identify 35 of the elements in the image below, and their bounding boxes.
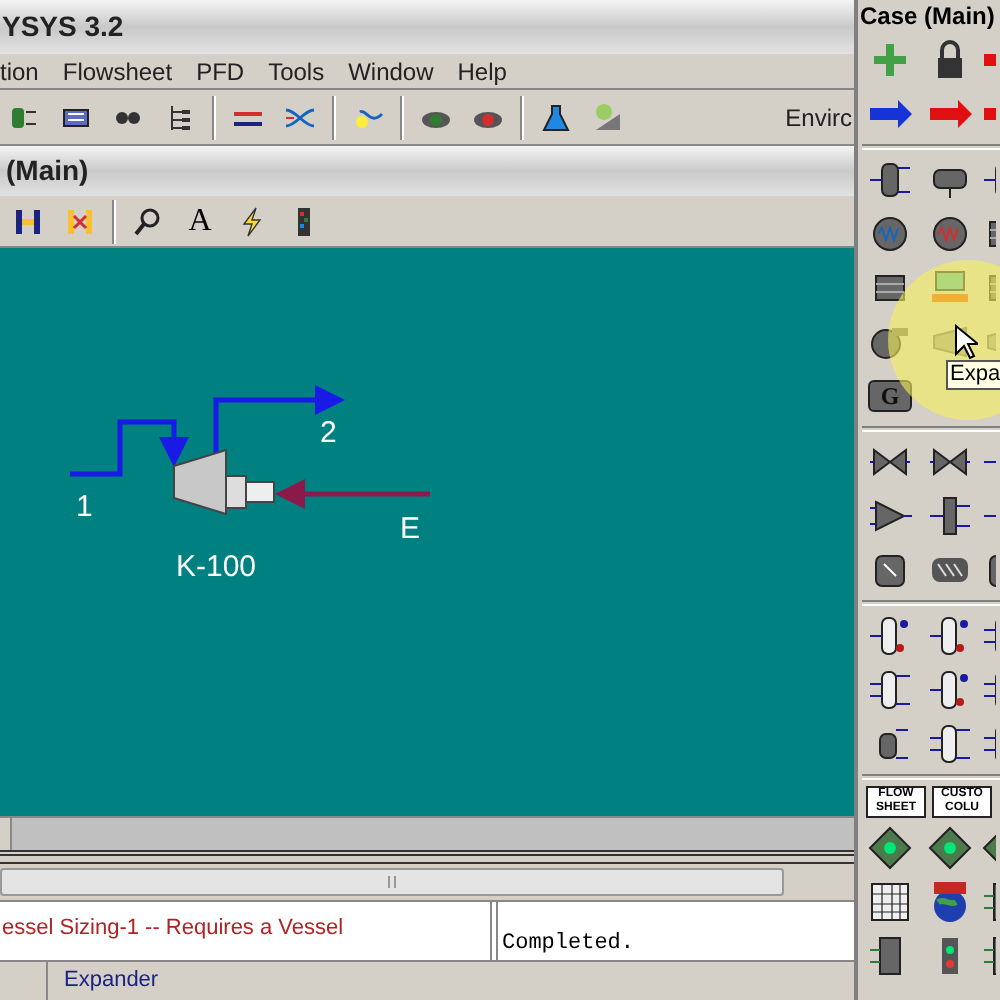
- unit-label: K-100: [176, 550, 257, 584]
- menu-item[interactable]: Tools: [268, 53, 325, 89]
- status-text: Expander: [62, 966, 159, 996]
- flask-icon: [540, 101, 572, 133]
- pfd-title: (Main): [6, 152, 89, 190]
- spreadsheet-icon: [868, 880, 912, 924]
- environment-label: Envirc: [785, 101, 854, 135]
- menu-item[interactable]: tion: [0, 53, 39, 89]
- material-stream[interactable]: [70, 419, 189, 477]
- menu-item[interactable]: Flowsheet: [62, 53, 173, 89]
- palette-title: Case (Main): [858, 0, 1000, 34]
- heater-icon: [868, 212, 912, 256]
- attach-icon: [12, 205, 44, 237]
- text-tool[interactable]: A: [188, 205, 212, 237]
- case-icon: [592, 101, 624, 133]
- menu-item[interactable]: Window: [348, 53, 434, 89]
- menu-item[interactable]: Help: [457, 53, 507, 89]
- tooltip: Expa: [946, 360, 1000, 390]
- pointer-icon: [954, 324, 978, 360]
- stream-label: E: [400, 512, 421, 546]
- error-message: essel Sizing-1 -- Requires a Vessel: [2, 916, 344, 940]
- scrollbar-thumb[interactable]: [0, 868, 784, 896]
- binoculars-icon: [114, 109, 142, 125]
- generator-label: G: [868, 380, 912, 412]
- window-title: YSYS 3.2: [2, 8, 124, 46]
- trace-message: Completed.: [502, 929, 635, 959]
- zoom-icon: [132, 205, 164, 237]
- stream-label: 2: [320, 416, 337, 450]
- cooler-icon: [928, 212, 972, 256]
- stream-label: 1: [76, 490, 93, 524]
- break-icon: [64, 205, 96, 237]
- globe-icon: [928, 880, 972, 924]
- expander-unit[interactable]: [173, 448, 275, 516]
- plus-icon: [868, 38, 912, 82]
- menu-item[interactable]: PFD: [196, 53, 245, 89]
